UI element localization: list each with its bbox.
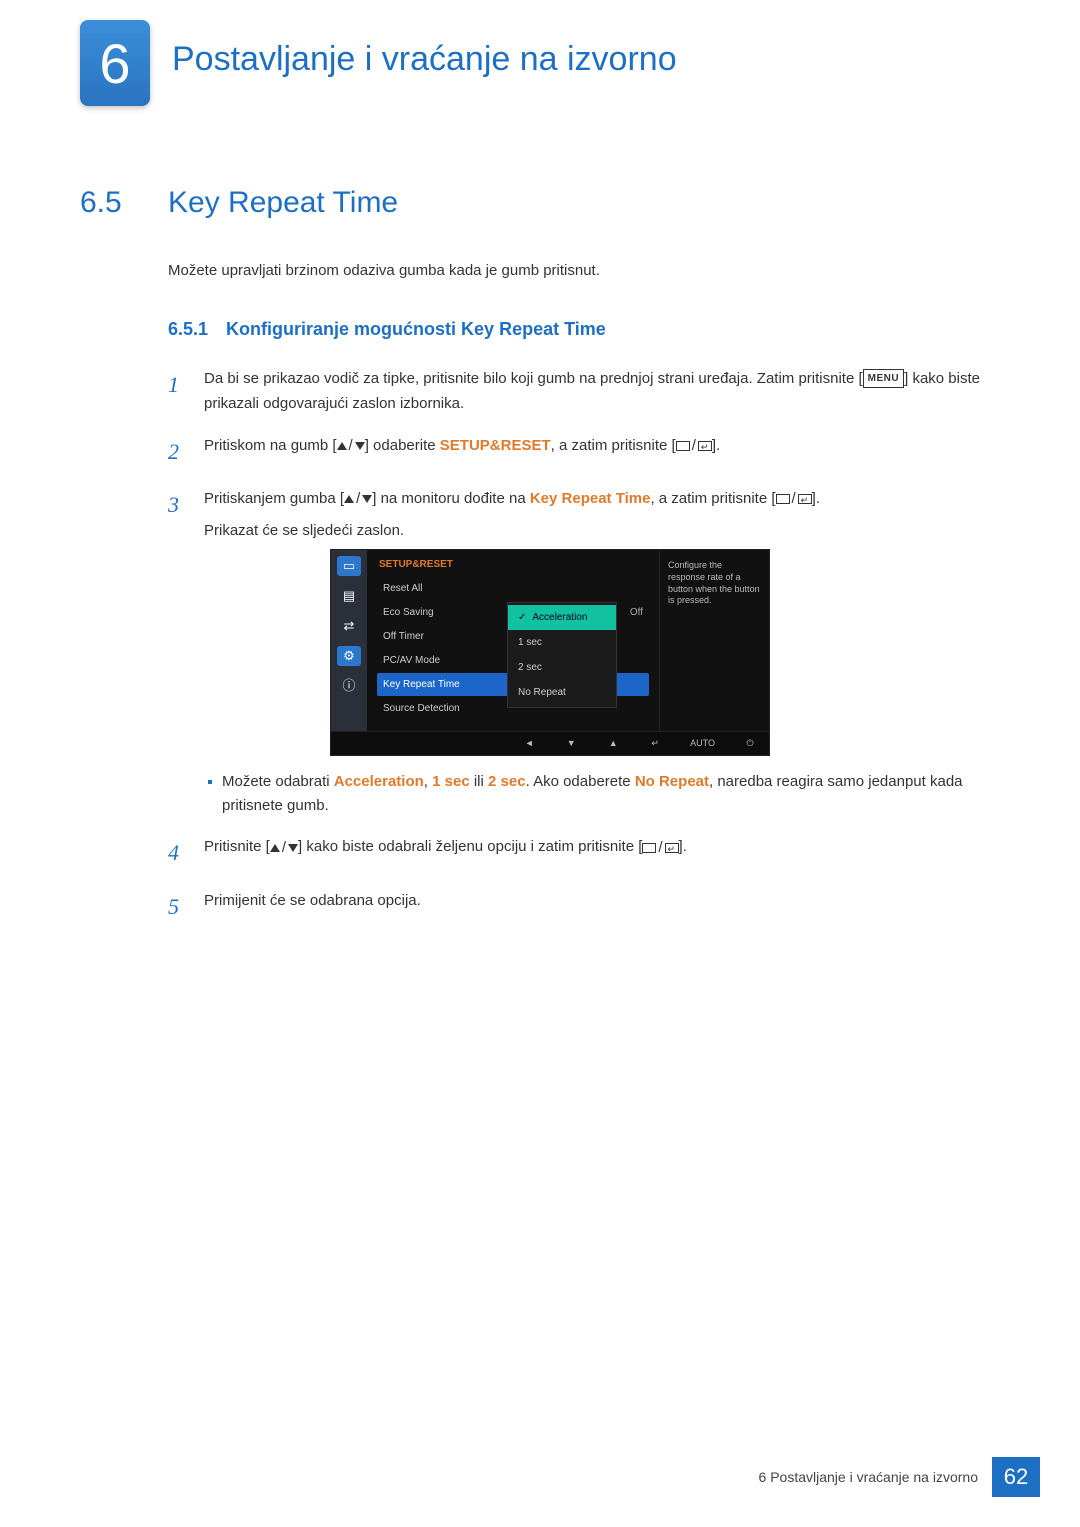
keyword: Key Repeat Time bbox=[530, 490, 651, 507]
step-text: , a zatim pritisnite [ bbox=[551, 437, 676, 454]
subsection-number: 6.5.1 bbox=[168, 319, 208, 340]
note-item: Možete odabrati Acceleration, 1 sec ili … bbox=[204, 770, 1000, 818]
keyword: 1 sec bbox=[432, 773, 470, 790]
step-text: Primijenit će se odabrana opcija. bbox=[204, 888, 1000, 925]
osd-popup-item: 1 sec bbox=[508, 630, 616, 655]
osd-popup: Acceleration1 sec2 secNo Repeat bbox=[507, 602, 617, 708]
step-text: Pritiskanjem gumba [ bbox=[204, 490, 344, 507]
keyword: Acceleration bbox=[334, 773, 424, 790]
auto-label: AUTO bbox=[690, 736, 715, 751]
steps-list: 1 Da bi se prikazao vodič za tipke, prit… bbox=[168, 366, 1000, 926]
section-title: Key Repeat Time bbox=[168, 186, 398, 220]
step-number: 1 bbox=[168, 366, 186, 417]
step-number: 5 bbox=[168, 888, 186, 925]
up-down-icon: / bbox=[270, 835, 298, 861]
monitor-icon: ▭ bbox=[337, 556, 361, 576]
step-text: ]. bbox=[679, 838, 687, 855]
step-text: ] kako biste odabrali željenu opciju i z… bbox=[298, 838, 642, 855]
subsection-heading: 6.5.1 Konfiguriranje mogućnosti Key Repe… bbox=[168, 319, 1000, 340]
enter-icon: / bbox=[676, 433, 712, 459]
up-down-icon: / bbox=[337, 433, 365, 459]
step-1: 1 Da bi se prikazao vodič za tipke, prit… bbox=[168, 366, 1000, 417]
step-3: 3 Pritiskanjem gumba [ / ] na monitoru d… bbox=[168, 486, 1000, 819]
footer-text: 6 Postavljanje i vraćanje na izvorno bbox=[759, 1469, 992, 1485]
enter-icon: ↵ bbox=[648, 736, 662, 751]
down-icon: ▼ bbox=[564, 736, 578, 751]
enter-icon: / bbox=[642, 835, 678, 861]
subsection-title: Konfiguriranje mogućnosti Key Repeat Tim… bbox=[226, 319, 606, 340]
section-intro: Možete upravljati brzinom odaziva gumba … bbox=[168, 260, 1000, 283]
keyword: No Repeat bbox=[635, 773, 709, 790]
step-number: 3 bbox=[168, 486, 186, 819]
step-2: 2 Pritiskom na gumb [ / ] odaberite SETU… bbox=[168, 433, 1000, 470]
osd-description: Configure the response rate of a button … bbox=[659, 550, 769, 731]
chapter-header: 6 Postavljanje i vraćanje na izvorno bbox=[80, 0, 1000, 106]
left-icon: ◄ bbox=[522, 736, 536, 751]
step-number: 2 bbox=[168, 433, 186, 470]
step-text: , a zatim pritisnite [ bbox=[650, 490, 775, 507]
up-down-icon: / bbox=[344, 486, 372, 512]
osd-popup-item: No Repeat bbox=[508, 680, 616, 705]
source-icon: ⇄ bbox=[337, 616, 361, 636]
menu-button-label: MENU bbox=[863, 369, 904, 388]
osd-footer: ◄ ▼ ▲ ↵ AUTO ⏻ bbox=[331, 731, 769, 755]
osd-popup-item: 2 sec bbox=[508, 655, 616, 680]
osd-menu-item: Reset All bbox=[377, 577, 649, 600]
up-icon: ▲ bbox=[606, 736, 620, 751]
step-text: ] odaberite bbox=[365, 437, 440, 454]
step-text: ] na monitoru dođite na bbox=[372, 490, 530, 507]
step-4: 4 Pritisnite [ / ] kako biste odabrali ž… bbox=[168, 834, 1000, 871]
step-text: Da bi se prikazao vodič za tipke, pritis… bbox=[204, 370, 863, 387]
step-text: ]. bbox=[812, 490, 820, 507]
page-number: 62 bbox=[992, 1457, 1040, 1497]
step-text: Prikazat će se sljedeći zaslon. bbox=[204, 518, 1000, 544]
note-list: Možete odabrati Acceleration, 1 sec ili … bbox=[204, 770, 1000, 818]
picture-icon: ▤ bbox=[337, 586, 361, 606]
section-number: 6.5 bbox=[80, 186, 144, 220]
power-icon: ⏻ bbox=[743, 736, 757, 751]
section-heading: 6.5 Key Repeat Time bbox=[80, 186, 1000, 220]
step-text: ]. bbox=[712, 437, 720, 454]
osd-popup-item: Acceleration bbox=[508, 605, 616, 630]
chapter-title: Postavljanje i vraćanje na izvorno bbox=[172, 20, 677, 79]
osd-screenshot: ▭ ▤ ⇄ ⚙ ⓘ SETUP&RESET Reset AllEco Savin… bbox=[330, 549, 1000, 756]
enter-icon: / bbox=[776, 486, 812, 512]
step-number: 4 bbox=[168, 834, 186, 871]
page-footer: 6 Postavljanje i vraćanje na izvorno 62 bbox=[759, 1457, 1040, 1497]
info-icon: ⓘ bbox=[337, 676, 361, 696]
chapter-number-badge: 6 bbox=[80, 20, 150, 106]
keyword: SETUP&RESET bbox=[440, 437, 551, 454]
settings-icon: ⚙ bbox=[337, 646, 361, 666]
osd-nav-rail: ▭ ▤ ⇄ ⚙ ⓘ bbox=[331, 550, 367, 731]
osd-heading: SETUP&RESET bbox=[377, 556, 649, 573]
step-text: Pritiskom na gumb [ bbox=[204, 437, 337, 454]
step-text: Pritisnite [ bbox=[204, 838, 270, 855]
step-5: 5 Primijenit će se odabrana opcija. bbox=[168, 888, 1000, 925]
keyword: 2 sec bbox=[488, 773, 526, 790]
